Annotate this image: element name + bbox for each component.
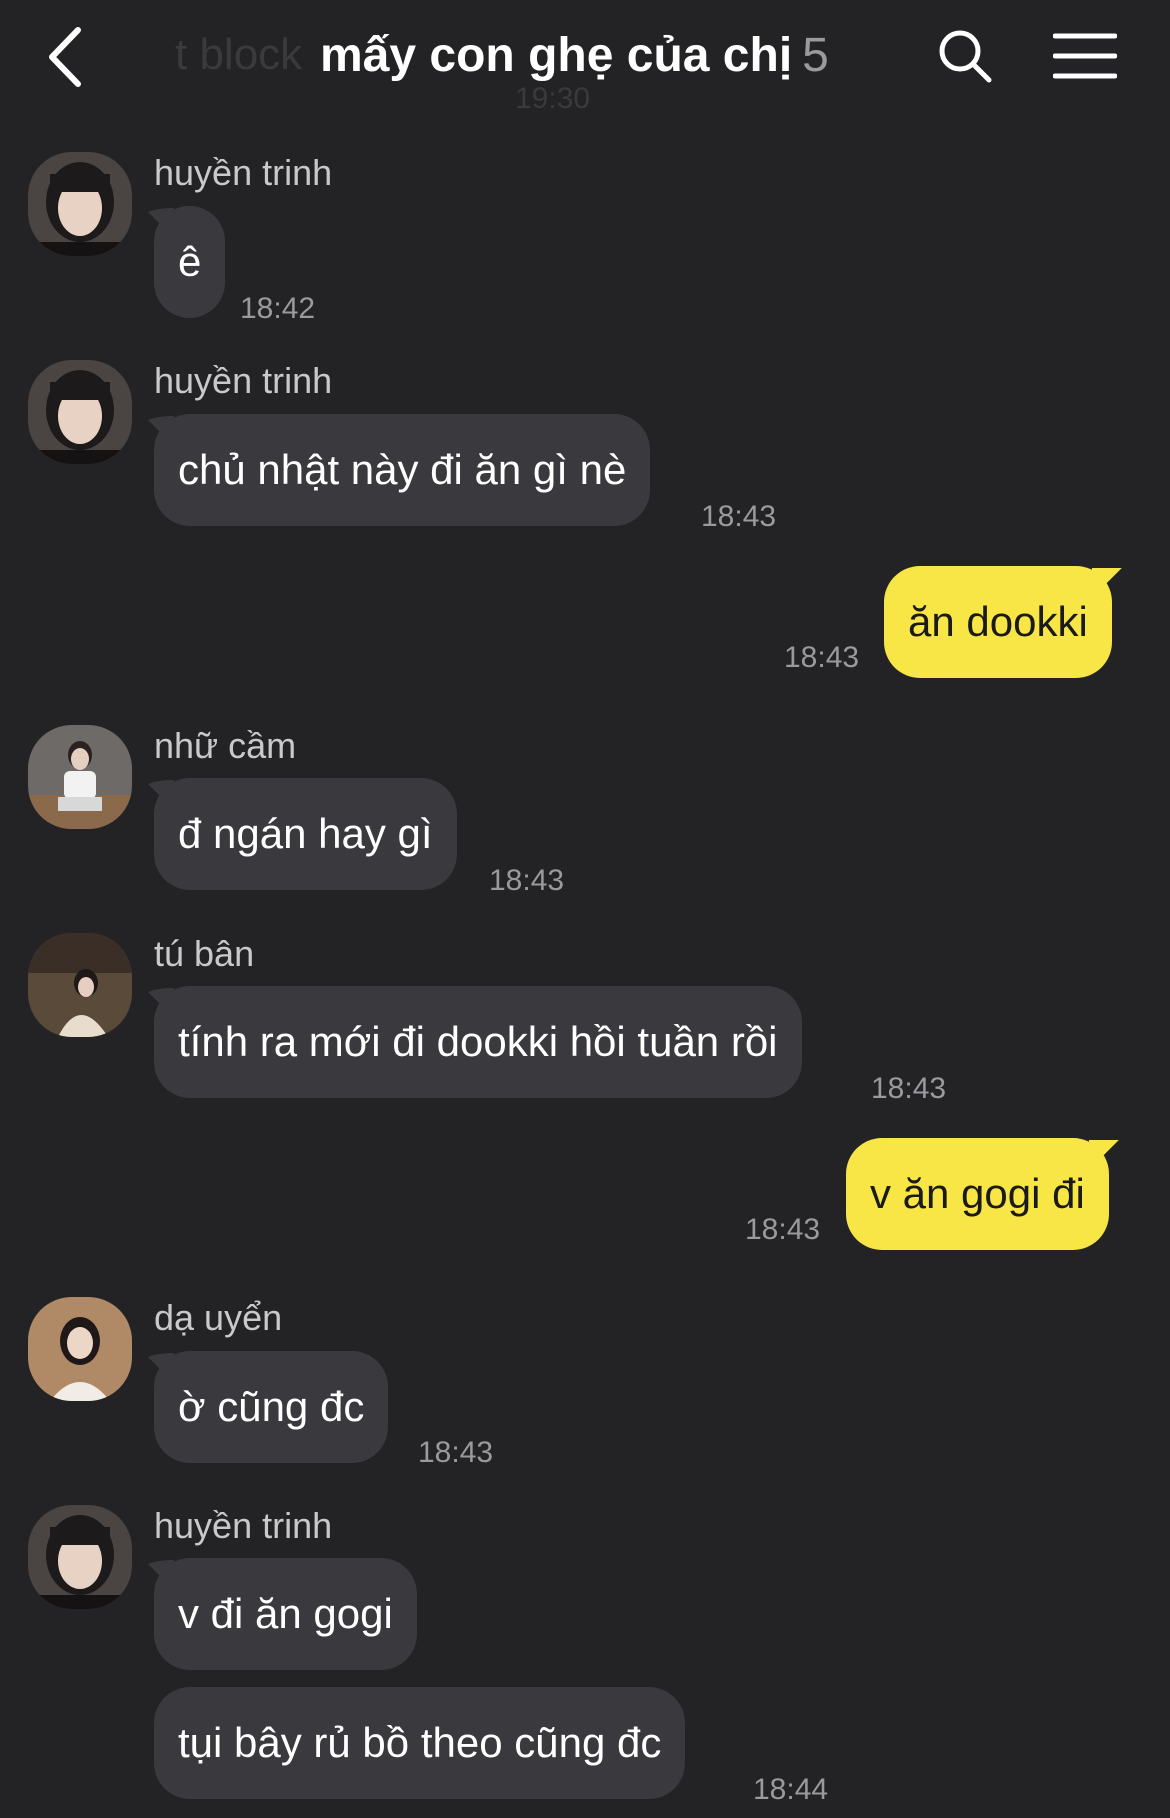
message-time: 18:43	[489, 864, 565, 897]
chat-title: mấy con ghẹ của chị 5	[320, 28, 829, 83]
message-bubble[interactable]: ê	[154, 206, 226, 318]
avatar-huyen-trinh[interactable]	[28, 360, 132, 464]
message-time: 18:43	[418, 1436, 494, 1469]
sender-name: huyền trinh	[154, 152, 333, 193]
sender-name: huyền trinh	[154, 1505, 333, 1546]
my-message-bubble[interactable]: ăn dookki	[884, 566, 1112, 678]
sender-name: huyền trinh	[154, 360, 333, 401]
message-bubble[interactable]: đ ngán hay gì	[154, 778, 457, 890]
group-name: mấy con ghẹ của chị	[320, 29, 793, 82]
message-time: 18:44	[753, 1773, 829, 1806]
avatar-da-uyen[interactable]	[28, 1297, 132, 1401]
message-bubble[interactable]: chủ nhật này đi ăn gì nè	[154, 414, 651, 526]
avatar-huyen-trinh[interactable]	[28, 1505, 132, 1609]
message-time: 18:43	[784, 641, 860, 674]
faded-background-text: t block	[175, 30, 303, 79]
message-time: 18:43	[701, 500, 777, 533]
message-bubble[interactable]: tụi bây rủ bồ theo cũng đc	[154, 1687, 686, 1799]
message-bubble[interactable]: v đi ăn gogi	[154, 1558, 417, 1670]
message-bubble[interactable]: tính ra mới đi dookki hồi tuần rồi	[154, 986, 802, 1098]
menu-icon[interactable]	[1052, 30, 1118, 82]
message-time: 18:42	[240, 292, 316, 325]
faded-background-time: 19:30	[515, 82, 591, 115]
sender-name: nhữ cầm	[154, 725, 297, 766]
message-time: 18:43	[871, 1072, 947, 1105]
message-time: 18:43	[745, 1213, 821, 1246]
sender-name: dạ uyển	[154, 1297, 283, 1338]
search-icon[interactable]	[935, 26, 995, 86]
my-message-bubble[interactable]: v ăn gogi đi	[846, 1138, 1109, 1250]
avatar-huyen-trinh[interactable]	[28, 152, 132, 256]
message-bubble[interactable]: ờ cũng đc	[154, 1351, 389, 1463]
avatar-tu-ban[interactable]	[28, 933, 132, 1037]
back-arrow-icon[interactable]	[40, 22, 100, 92]
sender-name: tú bân	[154, 933, 255, 974]
avatar-nhu-cam[interactable]	[28, 725, 132, 829]
member-count: 5	[802, 29, 829, 82]
chat-header: t block 19:30 mấy con ghẹ của chị 5	[0, 0, 1170, 120]
